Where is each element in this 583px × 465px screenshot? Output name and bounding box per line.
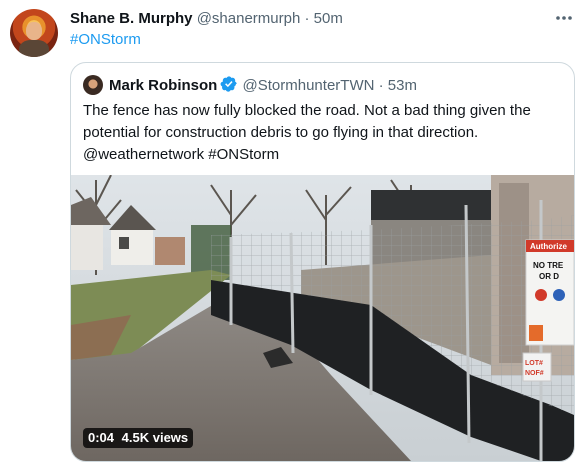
quoted-tweet-card[interactable]: Mark Robinson @StormhunterTWN · 53m The … bbox=[70, 62, 575, 462]
quoted-tweet-header: Mark Robinson @StormhunterTWN · 53m bbox=[109, 75, 417, 99]
sign-line-3: OR D bbox=[539, 272, 559, 281]
author-name[interactable]: Shane B. Murphy bbox=[70, 10, 193, 27]
separator-dot: · bbox=[304, 10, 310, 27]
tweet-time[interactable]: 50m bbox=[314, 10, 343, 27]
quoted-author-name[interactable]: Mark Robinson bbox=[109, 77, 217, 94]
quoted-text-line-1: The fence has now fully blocked the road… bbox=[83, 102, 531, 119]
avatar-body bbox=[19, 40, 49, 57]
sign-nof: NOF# bbox=[525, 370, 544, 377]
quoted-tweet-time[interactable]: 53m bbox=[388, 77, 417, 94]
tweet-header: Shane B. Murphy @shanermurph · 50m bbox=[70, 9, 343, 29]
quoted-text-line-2: potential for construction debris to go … bbox=[83, 124, 479, 141]
quoted-author-handle[interactable]: @StormhunterTWN bbox=[243, 77, 375, 94]
quoted-text-line-3: @weathernetwork #ONStorm bbox=[83, 146, 280, 163]
tweet-hashtag-link[interactable]: #ONStorm bbox=[70, 30, 141, 50]
author-handle[interactable]: @shanermurph bbox=[197, 10, 301, 27]
video-duration: 0:04 bbox=[88, 430, 115, 445]
sign-line-2: NO TRE bbox=[533, 261, 564, 270]
quoted-separator-dot: · bbox=[378, 77, 384, 94]
video-frame: Authorize NO TRE OR D LOT# NOF# bbox=[71, 175, 574, 461]
avatar-face bbox=[26, 22, 42, 40]
video-stats-badge: 0:04 4.5K views bbox=[83, 428, 194, 448]
verified-badge-icon bbox=[220, 75, 238, 99]
video-views: 4.5K views bbox=[121, 430, 189, 445]
quoted-author-avatar[interactable] bbox=[83, 75, 103, 95]
sign-line-1: Authorize bbox=[530, 242, 567, 251]
ellipsis-icon[interactable] bbox=[553, 8, 575, 28]
sign-lot: LOT# bbox=[525, 360, 543, 367]
video-player[interactable]: Authorize NO TRE OR D LOT# NOF# 0:04 4.5… bbox=[71, 175, 574, 461]
author-avatar[interactable] bbox=[10, 9, 58, 57]
quoted-tweet-text: The fence has now fully blocked the road… bbox=[83, 100, 561, 166]
